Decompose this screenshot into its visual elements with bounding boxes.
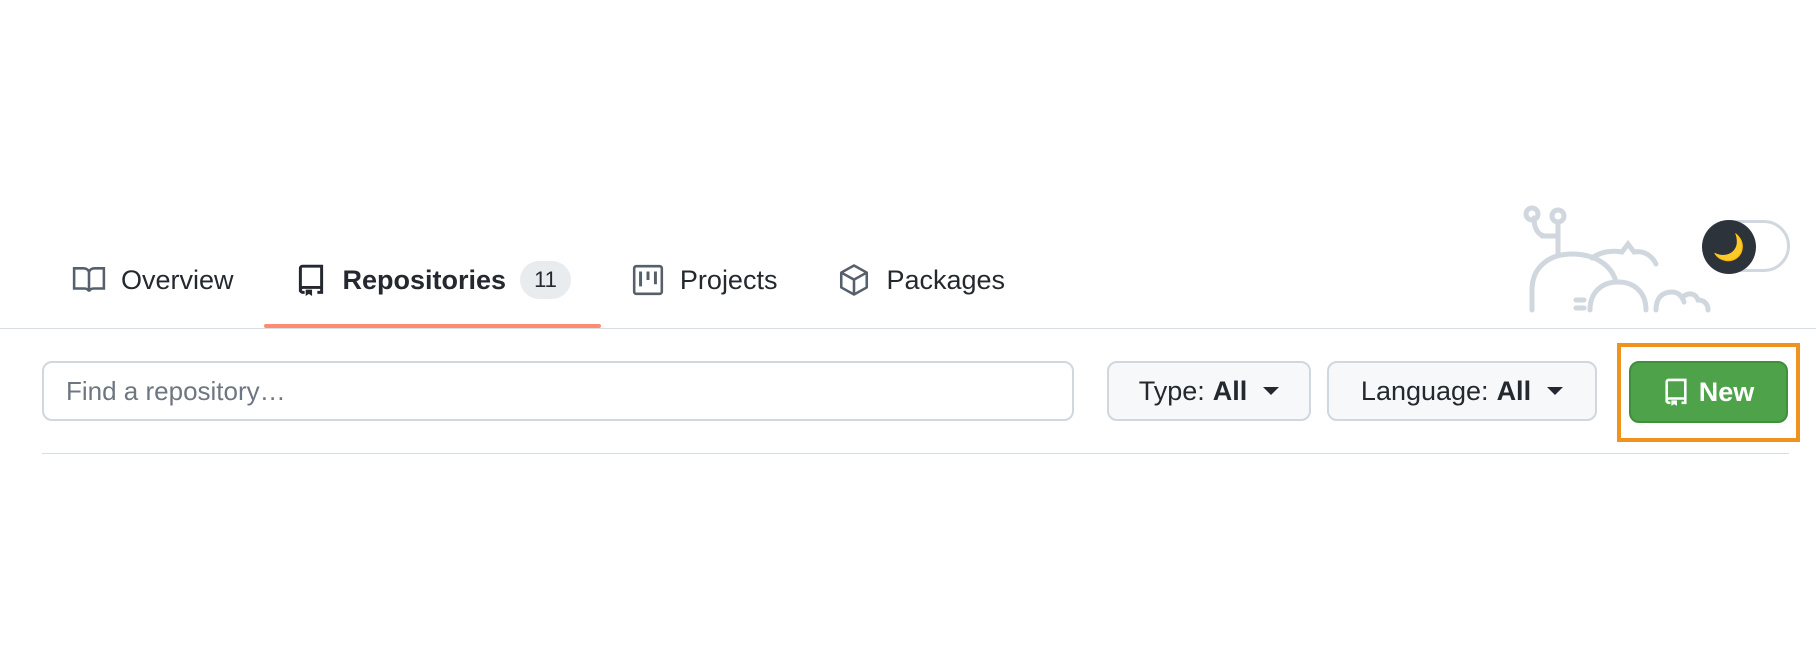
repo-icon	[298, 264, 323, 296]
project-icon	[632, 264, 664, 296]
moon-icon: 🌙	[1712, 232, 1746, 262]
search-input[interactable]	[42, 361, 1074, 421]
caret-down-icon	[1263, 387, 1280, 395]
package-icon	[840, 264, 869, 296]
book-icon	[72, 267, 106, 292]
tab-packages[interactable]: Packages	[807, 248, 1035, 312]
new-repository-button[interactable]: New	[1629, 361, 1788, 423]
theme-toggle[interactable]: 🌙	[1702, 220, 1756, 274]
tab-projects[interactable]: Projects	[601, 248, 808, 312]
repository-count-badge: 11	[520, 261, 571, 299]
list-divider	[42, 453, 1789, 454]
language-filter-label: Language:	[1360, 375, 1489, 406]
new-button-label: New	[1698, 376, 1755, 407]
type-filter-value: All	[1212, 375, 1248, 406]
type-filter-label: Type:	[1138, 375, 1205, 406]
octocat-illustration	[1523, 205, 1711, 313]
tab-label: Packages	[886, 264, 1006, 295]
tab-overview[interactable]: Overview	[42, 248, 264, 312]
repo-icon	[1665, 378, 1687, 406]
tab-repositories[interactable]: Repositories 11	[263, 248, 602, 328]
tabs-divider	[0, 328, 1816, 329]
tab-label: Repositories	[342, 264, 507, 295]
tab-label: Projects	[679, 264, 778, 295]
type-filter-dropdown[interactable]: Type: All	[1107, 361, 1311, 421]
tab-label: Overview	[121, 264, 234, 295]
caret-down-icon	[1547, 387, 1564, 395]
language-filter-dropdown[interactable]: Language: All	[1327, 361, 1597, 421]
profile-tabs: Overview Repositories 11 Projects Packag…	[42, 248, 1035, 328]
language-filter-value: All	[1496, 375, 1532, 406]
